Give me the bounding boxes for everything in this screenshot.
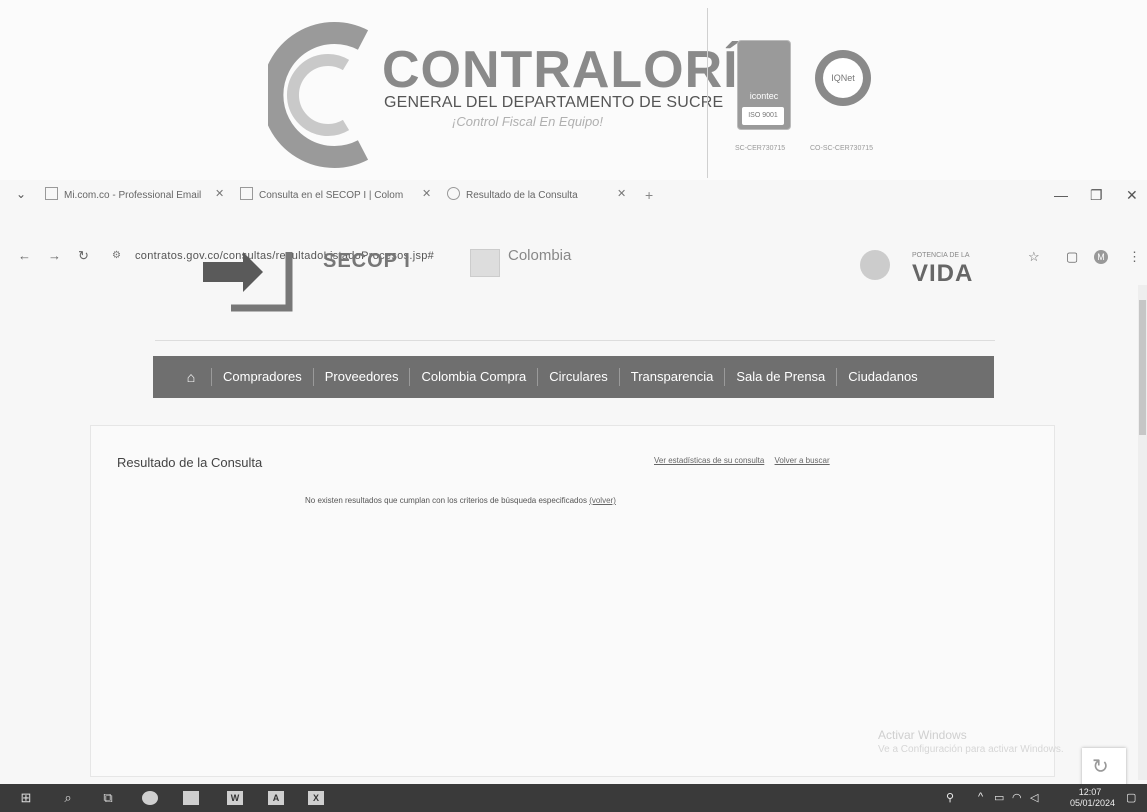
task-view-icon[interactable]: ⧉: [100, 790, 116, 806]
people-icon[interactable]: ⚲: [946, 791, 954, 804]
profile-avatar-icon[interactable]: M: [1094, 250, 1108, 264]
restore-icon[interactable]: ❐: [1090, 187, 1103, 204]
clock-date: 05/01/2024: [1070, 798, 1116, 808]
forward-icon[interactable]: →: [48, 248, 61, 263]
tab-close-icon[interactable]: ✕: [617, 187, 626, 200]
nav-transparencia[interactable]: Transparencia: [618, 368, 725, 386]
letterhead-divider: [707, 8, 708, 178]
tab-search-chevron-icon[interactable]: ⌄: [16, 187, 26, 201]
tray-chevron-icon[interactable]: ^: [978, 791, 983, 803]
tab-label: Consulta en el SECOP I | Colom: [259, 190, 404, 201]
close-window-icon[interactable]: ✕: [1126, 187, 1138, 204]
icontec-cert-badge: icontec ISO 9001: [737, 40, 791, 130]
side-panel-icon[interactable]: ▢: [1066, 249, 1078, 265]
colombia-label: Colombia: [508, 247, 572, 264]
org-name: CONTRALORÍA: [382, 41, 778, 99]
org-slogan: ¡Control Fiscal En Equipo!: [452, 114, 604, 129]
word-app-icon[interactable]: W: [227, 791, 243, 805]
tab-label: Resultado de la Consulta: [466, 190, 578, 201]
activate-windows-title: Activar Windows: [878, 728, 967, 742]
nav-circulares[interactable]: Circulares: [537, 368, 619, 386]
search-icon[interactable]: ⌕: [60, 790, 76, 806]
iqnet-label: IQNet: [823, 58, 863, 98]
secop-arrow-logo-icon: [203, 252, 293, 312]
vida-subtitle: POTENCIA DE LA: [912, 252, 970, 259]
cert-code-2: CO-SC-CER730715: [810, 145, 874, 152]
colombia-flag-icon: [470, 249, 500, 277]
chrome-app-icon[interactable]: [142, 791, 158, 805]
notifications-icon[interactable]: ▢: [1126, 791, 1136, 804]
search-again-link[interactable]: Volver a buscar: [775, 456, 830, 465]
clock-time: 12:07: [1078, 787, 1102, 797]
iso-label: ISO 9001: [742, 107, 784, 125]
nav-colombia-compra[interactable]: Colombia Compra: [409, 368, 537, 386]
excel-app-icon[interactable]: X: [308, 791, 324, 805]
secop-title: SECOP I: [323, 250, 411, 272]
file-explorer-icon[interactable]: [183, 791, 199, 805]
windows-start-icon[interactable]: ⊞: [18, 790, 34, 806]
vida-logo: POTENCIA DE LA VIDA: [860, 246, 980, 287]
no-results-message: No existen resultados que cumplan con lo…: [305, 496, 616, 505]
page-title: Resultado de la Consulta: [117, 455, 263, 470]
network-icon[interactable]: ▭: [994, 791, 1004, 804]
tab-favicon-icon: [447, 187, 460, 200]
clock[interactable]: 12:07 05/01/2024: [1070, 787, 1116, 809]
tab-favicon-icon: [240, 187, 253, 200]
back-icon[interactable]: ←: [18, 248, 31, 263]
site-info-icon[interactable]: ⚙: [112, 250, 121, 261]
nav-compradores[interactable]: Compradores: [211, 368, 313, 386]
menu-kebab-icon[interactable]: ⋮: [1128, 249, 1141, 265]
colombia-logo[interactable]: Colombia: [470, 247, 580, 277]
new-tab-icon[interactable]: +: [645, 187, 653, 203]
result-links: Ver estadísticas de su consulta Volver a…: [654, 456, 838, 465]
contraloria-logo-icon: [268, 22, 369, 168]
scrollbar-thumb[interactable]: [1139, 300, 1146, 435]
no-results-text: No existen resultados que cumplan con lo…: [305, 496, 587, 505]
activate-windows-subtitle: Ve a Configuración para activar Windows.: [878, 744, 1064, 755]
volume-icon[interactable]: ◁: [1030, 791, 1038, 804]
tab-resultado[interactable]: Resultado de la Consulta ✕: [447, 187, 626, 205]
tab-email[interactable]: Mi.com.co - Professional Email ✕: [45, 187, 224, 205]
nav-sala-de-prensa[interactable]: Sala de Prensa: [724, 368, 836, 386]
results-panel: [90, 425, 1055, 777]
tab-close-icon[interactable]: ✕: [215, 187, 224, 200]
browser-tab-bar: ⌄ Mi.com.co - Professional Email ✕ Consu…: [0, 183, 1147, 209]
cert-code-1: SC-CER730715: [735, 145, 786, 152]
vida-emblem-icon: [860, 250, 890, 280]
tab-close-icon[interactable]: ✕: [422, 187, 431, 200]
volver-link[interactable]: (volver): [589, 496, 616, 505]
main-nav: ⌂ Compradores Proveedores Colombia Compr…: [153, 356, 994, 398]
icontec-label: icontec: [749, 91, 779, 101]
minimize-icon[interactable]: —: [1054, 187, 1068, 203]
tab-favicon-icon: [45, 187, 58, 200]
recaptcha-icon: ↻: [1092, 756, 1109, 778]
taskbar: ⊞ ⌕ ⧉ W A X ⚲ ^ ▭ ◠ ◁ 12:07 05/01/2024 ▢: [0, 784, 1147, 812]
nav-proveedores[interactable]: Proveedores: [312, 368, 410, 386]
iqnet-cert-badge: IQNet: [815, 50, 871, 106]
tab-secop-consulta[interactable]: Consulta en el SECOP I | Colom ✕: [240, 187, 431, 205]
tab-label: Mi.com.co - Professional Email: [64, 190, 202, 201]
wifi-icon[interactable]: ◠: [1012, 791, 1022, 804]
letterhead: CONTRALORÍA GENERAL DEL DEPARTAMENTO DE …: [0, 0, 1147, 180]
bookmark-star-icon[interactable]: ☆: [1028, 249, 1040, 265]
nav-ciudadanos[interactable]: Ciudadanos: [836, 368, 928, 386]
acrobat-app-icon[interactable]: A: [268, 791, 284, 805]
header-divider: [155, 340, 995, 341]
reload-icon[interactable]: ↻: [78, 248, 89, 264]
vida-word: VIDA: [912, 260, 974, 287]
org-subtitle: GENERAL DEL DEPARTAMENTO DE SUCRE: [384, 94, 724, 111]
home-icon[interactable]: ⌂: [171, 369, 211, 385]
stats-link[interactable]: Ver estadísticas de su consulta: [654, 456, 764, 465]
